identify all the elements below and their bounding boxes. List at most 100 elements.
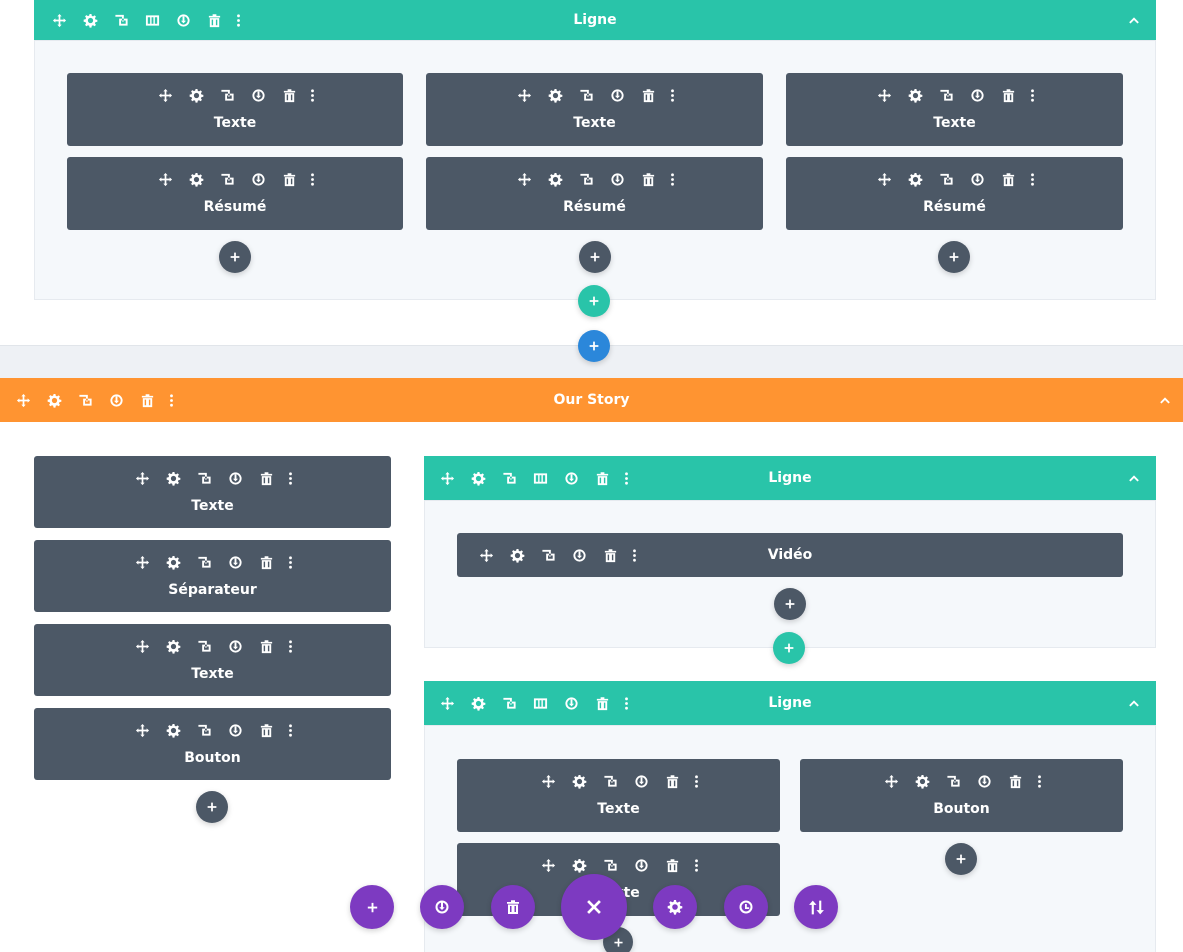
section-header[interactable]: Our Story xyxy=(0,378,1183,422)
module-texte-bottom-1[interactable]: Texte xyxy=(457,759,780,832)
add-module-button[interactable] xyxy=(774,588,806,620)
duplicate-icon[interactable] xyxy=(494,693,525,713)
history-button[interactable] xyxy=(724,885,768,929)
dots-icon[interactable] xyxy=(618,693,634,713)
trash-icon[interactable] xyxy=(251,720,282,740)
module-separateur[interactable]: Séparateur xyxy=(34,540,391,612)
gear-icon[interactable] xyxy=(463,693,494,713)
duplicate-icon[interactable] xyxy=(189,636,220,656)
gear-icon[interactable] xyxy=(181,169,212,189)
move-icon[interactable] xyxy=(432,693,463,713)
module-video[interactable]: Vidéo xyxy=(457,533,1123,577)
move-icon[interactable] xyxy=(533,771,564,791)
power-icon[interactable] xyxy=(626,855,657,875)
module-texte-left-2[interactable]: Texte xyxy=(34,624,391,696)
trash-icon[interactable] xyxy=(274,85,305,105)
duplicate-icon[interactable] xyxy=(70,390,101,410)
dots-icon[interactable] xyxy=(618,468,634,488)
move-icon[interactable] xyxy=(150,85,181,105)
trash-icon[interactable] xyxy=(274,169,305,189)
settings-button[interactable] xyxy=(653,885,697,929)
power-icon[interactable] xyxy=(220,720,251,740)
power-icon[interactable] xyxy=(168,10,199,30)
columns-icon[interactable] xyxy=(137,10,168,30)
add-module-button[interactable] xyxy=(219,241,251,273)
dots-icon[interactable] xyxy=(305,169,321,189)
power-icon[interactable] xyxy=(602,85,633,105)
gear-icon[interactable] xyxy=(75,10,106,30)
chevron-up-icon[interactable] xyxy=(1126,470,1142,486)
gear-icon[interactable] xyxy=(564,771,595,791)
move-icon[interactable] xyxy=(127,552,158,572)
save-button[interactable] xyxy=(420,885,464,929)
close-button[interactable] xyxy=(561,874,627,940)
module-resume-2[interactable]: Résumé xyxy=(426,157,763,230)
add-row-button[interactable] xyxy=(773,632,805,664)
delete-button[interactable] xyxy=(491,885,535,929)
move-icon[interactable] xyxy=(150,169,181,189)
module-bouton-bottom[interactable]: Bouton xyxy=(800,759,1123,832)
duplicate-icon[interactable] xyxy=(189,468,220,488)
gear-icon[interactable] xyxy=(158,636,189,656)
duplicate-icon[interactable] xyxy=(938,771,969,791)
dots-icon[interactable] xyxy=(305,85,321,105)
module-resume-3[interactable]: Résumé xyxy=(786,157,1123,230)
move-icon[interactable] xyxy=(127,468,158,488)
move-icon[interactable] xyxy=(127,720,158,740)
chevron-up-icon[interactable] xyxy=(1126,695,1142,711)
gear-icon[interactable] xyxy=(900,85,931,105)
move-icon[interactable] xyxy=(8,390,39,410)
move-icon[interactable] xyxy=(509,169,540,189)
duplicate-icon[interactable] xyxy=(106,10,137,30)
power-icon[interactable] xyxy=(220,636,251,656)
power-icon[interactable] xyxy=(962,85,993,105)
gear-icon[interactable] xyxy=(907,771,938,791)
dots-icon[interactable] xyxy=(282,636,298,656)
gear-icon[interactable] xyxy=(158,720,189,740)
top-row-header[interactable]: Ligne xyxy=(34,0,1156,40)
power-icon[interactable] xyxy=(556,693,587,713)
module-resume-1[interactable]: Résumé xyxy=(67,157,403,230)
power-icon[interactable] xyxy=(626,771,657,791)
trash-icon[interactable] xyxy=(1000,771,1031,791)
module-bouton-left[interactable]: Bouton xyxy=(34,708,391,780)
video-row-header[interactable]: Ligne xyxy=(424,456,1156,500)
dots-icon[interactable] xyxy=(664,85,680,105)
duplicate-icon[interactable] xyxy=(212,169,243,189)
power-icon[interactable] xyxy=(962,169,993,189)
add-module-button[interactable] xyxy=(945,843,977,875)
move-icon[interactable] xyxy=(44,10,75,30)
dots-icon[interactable] xyxy=(688,771,704,791)
gear-icon[interactable] xyxy=(181,85,212,105)
trash-icon[interactable] xyxy=(633,85,664,105)
trash-icon[interactable] xyxy=(251,552,282,572)
power-icon[interactable] xyxy=(220,468,251,488)
duplicate-icon[interactable] xyxy=(212,85,243,105)
power-icon[interactable] xyxy=(602,169,633,189)
power-icon[interactable] xyxy=(969,771,1000,791)
gear-icon[interactable] xyxy=(540,85,571,105)
trash-icon[interactable] xyxy=(199,10,230,30)
add-section-button[interactable] xyxy=(578,330,610,362)
move-icon[interactable] xyxy=(127,636,158,656)
module-texte-1[interactable]: Texte xyxy=(67,73,403,146)
trash-icon[interactable] xyxy=(587,468,618,488)
dots-icon[interactable] xyxy=(664,169,680,189)
duplicate-icon[interactable] xyxy=(571,85,602,105)
gear-icon[interactable] xyxy=(158,552,189,572)
add-button[interactable] xyxy=(350,885,394,929)
power-icon[interactable] xyxy=(220,552,251,572)
trash-icon[interactable] xyxy=(633,169,664,189)
power-icon[interactable] xyxy=(243,169,274,189)
move-icon[interactable] xyxy=(869,169,900,189)
portability-button[interactable] xyxy=(794,885,838,929)
dots-icon[interactable] xyxy=(282,720,298,740)
columns-icon[interactable] xyxy=(525,468,556,488)
duplicate-icon[interactable] xyxy=(189,552,220,572)
dots-icon[interactable] xyxy=(688,855,704,875)
gear-icon[interactable] xyxy=(900,169,931,189)
dots-icon[interactable] xyxy=(163,390,179,410)
trash-icon[interactable] xyxy=(657,771,688,791)
move-icon[interactable] xyxy=(432,468,463,488)
trash-icon[interactable] xyxy=(657,855,688,875)
